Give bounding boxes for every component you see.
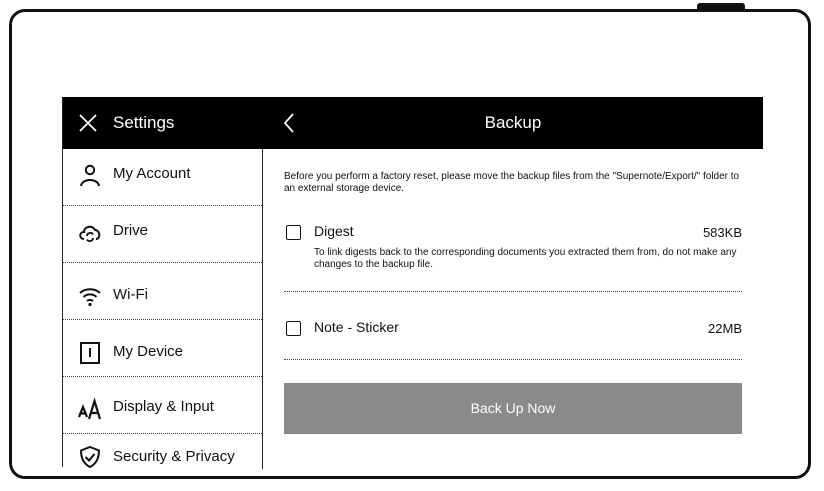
sidebar-item-label: My Device [113,343,184,360]
page-title: Backup [484,113,542,132]
cloud-sync-icon [79,225,101,242]
shield-check-icon [79,445,101,469]
sidebar-item-my-account[interactable]: My Account [63,149,262,206]
sidebar-item-security-privacy[interactable]: Security & Privacy [63,434,262,491]
digest-size: 583KB [702,225,742,240]
backup-notice: Before you perform a factory reset, plea… [284,171,740,194]
wifi-icon [79,288,101,307]
sidebar-item-wifi[interactable]: Wi-Fi [63,263,262,320]
font-size-icon [78,397,102,420]
sidebar-item-label: My Account [113,165,191,182]
digest-checkbox[interactable] [286,225,301,240]
sidebar-item-label: Wi-Fi [113,286,148,303]
sidebar-item-label: Display & Input [113,398,214,415]
back-up-now-button[interactable]: Back Up Now [284,383,742,434]
note-sticker-checkbox[interactable] [286,321,301,336]
person-icon [80,164,100,187]
sidebar-item-my-device[interactable]: My Device [63,320,262,377]
digest-description: To link digests back to the correspondin… [314,247,737,270]
settings-sidebar: My Account Drive Wi-Fi My Device Display… [63,149,263,469]
backup-content: Before you perform a factory reset, plea… [284,149,742,469]
settings-screen: Settings Backup My Account Drive Wi-Fi M… [62,97,763,469]
divider [284,359,742,360]
digest-label: Digest [314,223,354,239]
sidebar-item-label: Drive [113,222,149,239]
title-bar: Settings Backup [63,97,763,149]
divider [284,291,742,292]
tablet-icon [80,342,100,364]
device-power-button [697,3,745,9]
note-sticker-size: 22MB [708,321,742,336]
sidebar-item-display-input[interactable]: Display & Input [63,377,262,434]
sidebar-item-drive[interactable]: Drive [63,206,262,263]
note-sticker-label: Note - Sticker [314,319,399,335]
chevron-left-icon[interactable] [282,111,296,135]
close-icon[interactable] [77,112,99,134]
settings-title: Settings [113,113,175,132]
